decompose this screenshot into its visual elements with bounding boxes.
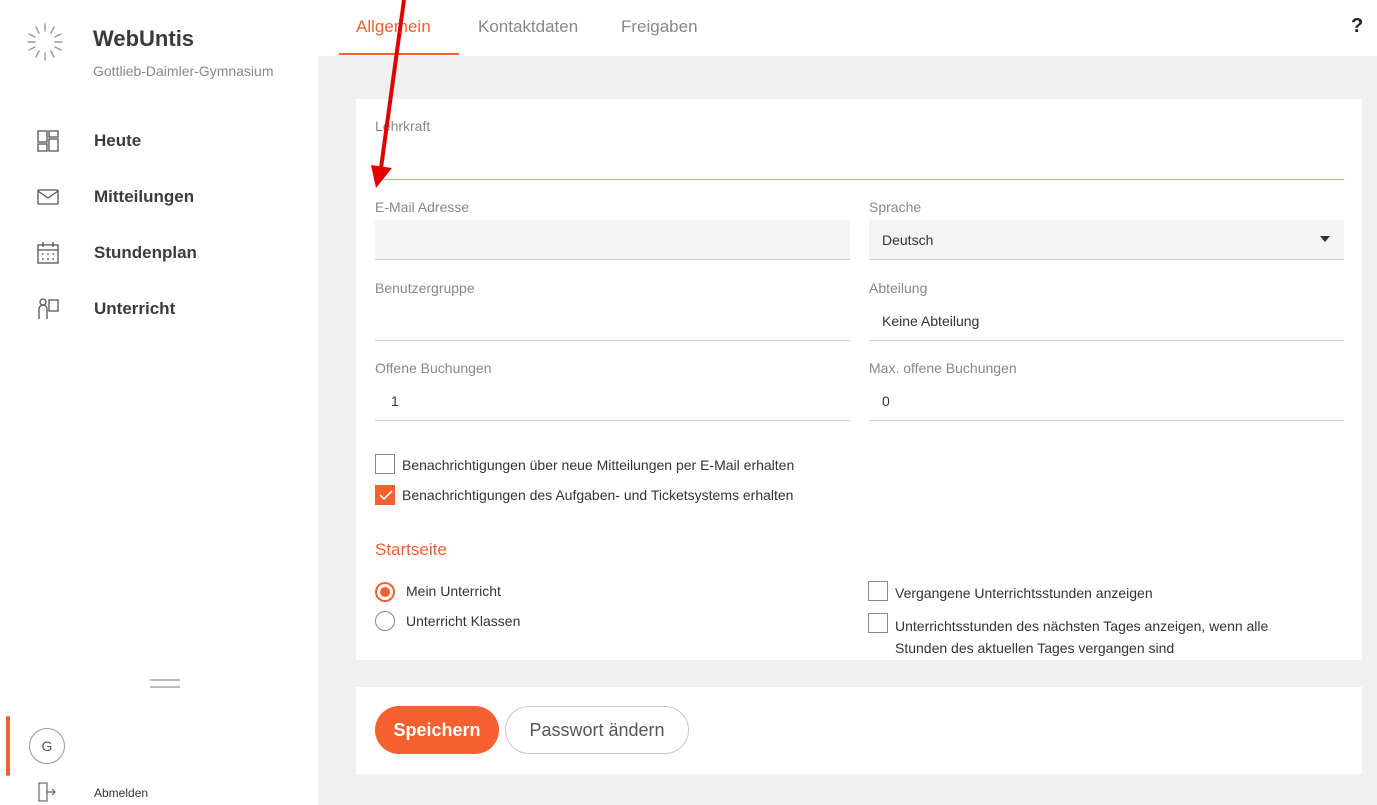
notify-messages-label: Benachrichtigungen über neue Mitteilunge… (402, 457, 795, 473)
logout-icon[interactable] (37, 782, 57, 802)
active-indicator (6, 716, 10, 776)
school-name: Gottlieb-Daimler-Gymnasium (93, 63, 274, 79)
benutzergruppe-field (375, 301, 850, 341)
nav-label-unterricht: Unterricht (94, 299, 176, 318)
nav-item-mitteilungen[interactable]: Mitteilungen (0, 177, 318, 217)
help-button[interactable]: ? (1351, 15, 1363, 38)
logout-link[interactable]: Abmelden (94, 786, 148, 800)
checkmark-icon (379, 490, 393, 501)
sidebar-collapse-handle-icon[interactable] (150, 678, 180, 690)
sprache-selected-value: Deutsch (882, 231, 934, 248)
change-password-button[interactable]: Passwort ändern (505, 706, 689, 754)
nav-item-unterricht[interactable]: Unterricht (0, 289, 318, 329)
mail-icon (37, 189, 59, 205)
offene-buchungen-label: Offene Buchungen (375, 360, 492, 376)
save-button[interactable]: Speichern (375, 706, 499, 754)
benutzergruppe-label: Benutzergruppe (375, 280, 475, 296)
offene-buchungen-field: 1 (375, 381, 850, 421)
radio-label-unterricht-klassen: Unterricht Klassen (406, 613, 521, 629)
nav-label-heute: Heute (94, 131, 142, 150)
tab-bar (318, 0, 1377, 56)
email-label: E-Mail Adresse (375, 199, 470, 215)
radio-unterricht-klassen[interactable] (375, 611, 395, 631)
tab-kontaktdaten[interactable]: Kontaktdaten (478, 17, 578, 37)
webuntis-logo-icon (27, 23, 63, 61)
sidebar: WebUntis Gottlieb-Daimler-Gymnasium Heut… (0, 0, 318, 805)
notify-tickets-label: Benachrichtigungen des Aufgaben- und Tic… (402, 487, 794, 503)
past-lessons-label: Vergangene Unterrichtsstunden anzeigen (895, 585, 1153, 601)
general-settings-card (356, 99, 1362, 660)
lehrkraft-field[interactable] (375, 140, 1344, 180)
sprache-label: Sprache (869, 199, 922, 215)
avatar-initial: G (41, 738, 53, 754)
notify-tickets-checkbox[interactable] (375, 485, 395, 505)
next-day-label: Unterrichtsstunden des nächsten Tages an… (895, 618, 1269, 656)
abteilung-field: Keine Abteilung (869, 301, 1344, 341)
tab-allgemein[interactable]: Allgemein (356, 17, 431, 37)
active-tab-underline (339, 53, 459, 55)
calendar-icon (37, 242, 59, 264)
nav-label-stundenplan: Stundenplan (94, 243, 197, 262)
startseite-heading: Startseite (375, 540, 447, 559)
notify-messages-checkbox[interactable] (375, 454, 395, 474)
nav-label-mitteilungen: Mitteilungen (94, 187, 195, 206)
nav-item-stundenplan[interactable]: Stundenplan (0, 233, 318, 273)
radio-label-mein-unterricht: Mein Unterricht (406, 583, 501, 599)
nav-item-heute[interactable]: Heute (0, 121, 318, 161)
past-lessons-checkbox[interactable] (868, 581, 888, 601)
next-day-checkbox[interactable] (868, 613, 888, 633)
email-input[interactable] (375, 220, 850, 260)
app-title: WebUntis (93, 26, 195, 51)
radio-mein-unterricht[interactable] (375, 582, 395, 602)
tab-freigaben[interactable]: Freigaben (621, 17, 698, 37)
max-offene-buchungen-field: 0 (869, 381, 1344, 421)
dashboard-icon (37, 130, 59, 152)
abteilung-label: Abteilung (869, 280, 928, 296)
sprache-select[interactable]: Deutsch (869, 220, 1344, 260)
teacher-icon (38, 298, 59, 319)
user-avatar[interactable]: G (29, 728, 65, 764)
dropdown-arrow-icon (1320, 236, 1330, 242)
lehrkraft-label: Lehrkraft (375, 118, 431, 134)
max-offene-buchungen-label: Max. offene Buchungen (869, 360, 1017, 376)
